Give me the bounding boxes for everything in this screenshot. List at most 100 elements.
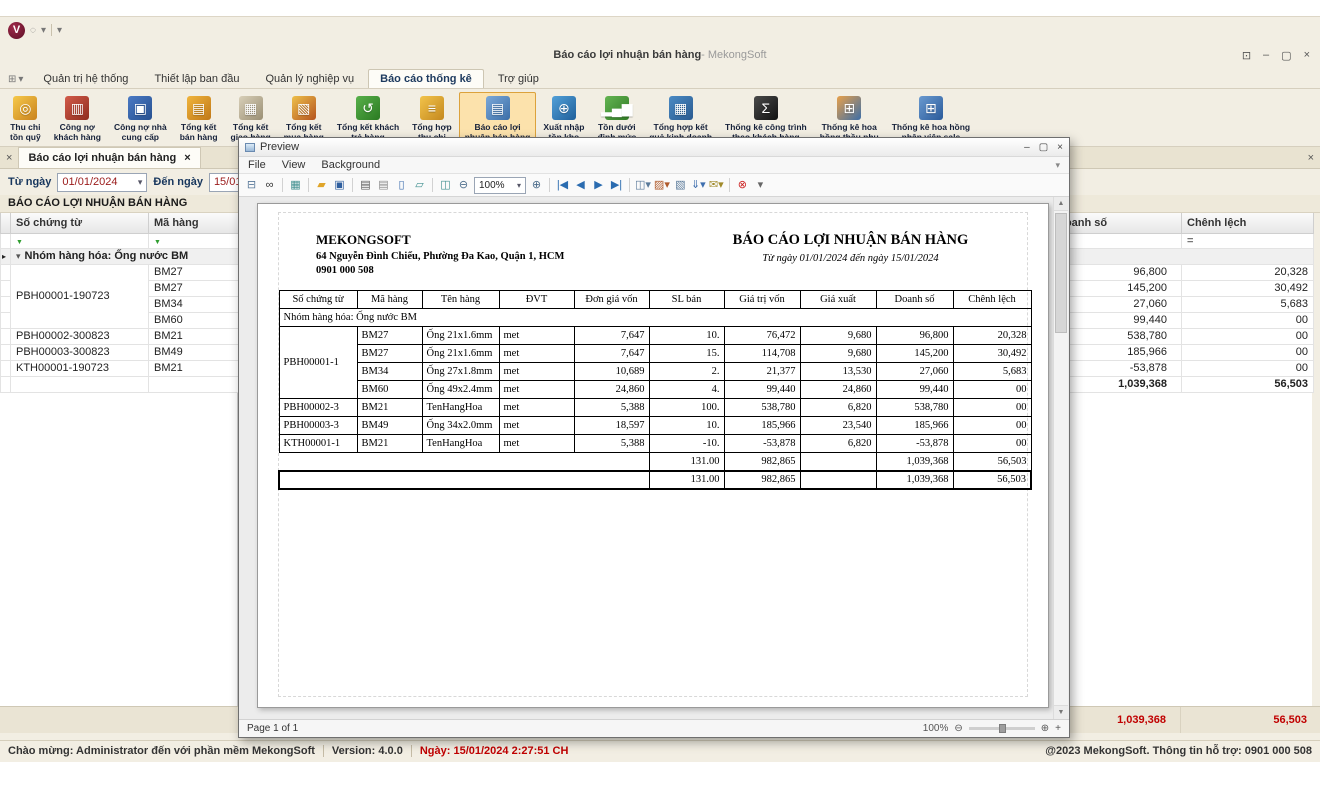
filter-operator-icon[interactable]: = xyxy=(1187,235,1193,247)
print-icon[interactable]: ▤ xyxy=(358,176,373,194)
revenue-cell[interactable]: 27,060 xyxy=(1052,296,1182,312)
scroll-down-icon[interactable]: ▼ xyxy=(1054,705,1068,719)
customize-toolbar-caret-icon[interactable]: ▾ xyxy=(57,25,62,36)
difference-cell[interactable]: 5,683 xyxy=(1182,296,1314,312)
filter-cell[interactable]: = xyxy=(1182,233,1314,248)
difference-cell[interactable]: 20,328 xyxy=(1182,264,1314,280)
code-cell[interactable]: BM27 xyxy=(149,280,239,296)
quick-access-caret-icon[interactable]: ▾ xyxy=(41,25,46,36)
toolbar-item-cash-fund[interactable]: ◎Thu chitồn quỹ xyxy=(4,92,47,145)
close-icon[interactable]: × xyxy=(1304,49,1310,61)
code-cell[interactable]: BM27 xyxy=(149,264,239,280)
zoom-in-icon[interactable]: ⊕ xyxy=(529,176,544,194)
from-date-caret-icon[interactable]: ▾ xyxy=(138,177,143,188)
toolbar-item-customer-debt[interactable]: ▥Công nợkhách hàng xyxy=(48,92,107,145)
doc-cell[interactable]: PBH00002-300823 xyxy=(11,328,149,344)
menu-background[interactable]: Background xyxy=(321,159,380,171)
ribbon-tab-1[interactable]: Thiết lập ban đầu xyxy=(142,69,251,88)
code-cell[interactable]: BM34 xyxy=(149,296,239,312)
menu-file[interactable]: File xyxy=(248,159,266,171)
zoom-combo[interactable]: 100%▾ xyxy=(474,177,526,194)
maximize-icon[interactable]: ▢ xyxy=(1281,49,1291,62)
quick-print-icon[interactable]: ▤ xyxy=(376,176,391,194)
ribbon-menu-icon[interactable]: ⊞▾ xyxy=(6,74,29,88)
document-map-icon[interactable]: ⊟ xyxy=(244,176,259,194)
multi-page-icon[interactable]: ◫▾ xyxy=(635,176,651,194)
close-all-tabs-icon[interactable]: × xyxy=(1308,152,1314,164)
revenue-cell[interactable]: 145,200 xyxy=(1052,280,1182,296)
scroll-up-icon[interactable]: ▲ xyxy=(1054,197,1068,211)
revenue-cell[interactable]: -53,878 xyxy=(1052,360,1182,376)
tab-close-icon[interactable]: × xyxy=(184,152,190,164)
page-color-icon[interactable]: ▨▾ xyxy=(654,176,670,194)
zoom-in-icon[interactable]: ⊕ xyxy=(1041,723,1049,734)
ribbon-tab-3[interactable]: Báo cáo thống kê xyxy=(368,69,484,88)
difference-cell[interactable]: 00 xyxy=(1182,312,1314,328)
scale-icon[interactable]: ▱ xyxy=(412,176,427,194)
more-icon[interactable]: ▾ xyxy=(753,176,768,194)
open-icon[interactable]: ▰ xyxy=(314,176,329,194)
from-date-input[interactable]: 01/01/2024 ▾ xyxy=(57,173,147,192)
zoom-slider-thumb[interactable] xyxy=(999,724,1006,733)
filter-cell[interactable]: ▼ xyxy=(1052,233,1182,248)
page-setup-icon[interactable]: ▯ xyxy=(394,176,409,194)
last-page-icon[interactable]: ▶| xyxy=(609,176,624,194)
design-icon[interactable]: ▦ xyxy=(288,176,303,194)
filter-funnel-icon[interactable]: ▼ xyxy=(16,239,23,246)
column-header-0[interactable]: Doanh số xyxy=(1052,213,1182,233)
code-cell[interactable]: BM60 xyxy=(149,312,239,328)
group-cell[interactable]: ▾Nhóm hàng hóa: Ống nước BM xyxy=(11,248,239,264)
menu-overflow-caret-icon[interactable]: ▾ xyxy=(1055,160,1060,171)
revenue-cell[interactable]: 185,966 xyxy=(1052,344,1182,360)
menu-view[interactable]: View xyxy=(282,159,306,171)
difference-cell[interactable]: 00 xyxy=(1182,360,1314,376)
revenue-cell[interactable]: 99,440 xyxy=(1052,312,1182,328)
zoom-slider[interactable] xyxy=(969,727,1035,730)
column-header-0[interactable]: Số chứng từ xyxy=(11,213,149,233)
pin-icon[interactable]: ⊡ xyxy=(1242,49,1251,62)
find-icon[interactable]: ∞ xyxy=(262,176,277,194)
difference-cell[interactable]: 00 xyxy=(1182,328,1314,344)
zoom-out-icon[interactable]: ⊖ xyxy=(954,723,962,734)
difference-cell[interactable]: 00 xyxy=(1182,344,1314,360)
ribbon-tab-4[interactable]: Trợ giúp xyxy=(486,69,551,88)
ribbon-tab-2[interactable]: Quản lý nghiệp vụ xyxy=(253,69,366,88)
margins-icon[interactable]: ◫ xyxy=(438,176,453,194)
export-icon[interactable]: ⇓▾ xyxy=(691,176,706,194)
save-icon[interactable]: ▣ xyxy=(332,176,347,194)
minimize-icon[interactable]: – xyxy=(1263,49,1269,61)
revenue-cell[interactable]: 96,800 xyxy=(1052,264,1182,280)
close-tab-icon[interactable]: × xyxy=(6,152,12,164)
revenue-cell[interactable]: 538,780 xyxy=(1052,328,1182,344)
code-cell[interactable]: BM21 xyxy=(149,360,239,376)
doc-cell[interactable]: KTH00001-190723 xyxy=(11,360,149,376)
scrollbar-thumb[interactable] xyxy=(1055,213,1067,333)
ribbon-tab-0[interactable]: Quản trị hệ thống xyxy=(31,69,140,88)
quick-access-button-icon[interactable]: ◌ xyxy=(30,25,36,36)
close-preview-icon[interactable]: ⊗ xyxy=(735,176,750,194)
code-cell[interactable]: BM49 xyxy=(149,344,239,360)
doc-cell[interactable]: PBH00003-300823 xyxy=(11,344,149,360)
toolbar-item-sales-summary[interactable]: ▤Tổng kếtbán hàng xyxy=(174,92,224,145)
preview-vertical-scrollbar[interactable]: ▲ ▼ xyxy=(1053,197,1068,719)
doc-cell[interactable]: PBH00001-190723 xyxy=(11,264,149,328)
watermark-icon[interactable]: ▧ xyxy=(673,176,688,194)
difference-cell[interactable]: 30,492 xyxy=(1182,280,1314,296)
code-cell[interactable]: BM21 xyxy=(149,328,239,344)
first-page-icon[interactable]: |◀ xyxy=(555,176,570,194)
preview-minimize-icon[interactable]: – xyxy=(1024,142,1030,153)
prev-page-icon[interactable]: ◀ xyxy=(573,176,588,194)
filter-funnel-icon[interactable]: ▼ xyxy=(154,239,161,246)
tab-profit-report[interactable]: Báo cáo lợi nhuận bán hàng × xyxy=(18,147,200,168)
next-page-icon[interactable]: ▶ xyxy=(591,176,606,194)
filter-cell[interactable]: ▼ xyxy=(11,233,149,248)
filter-cell[interactable]: ▼ xyxy=(149,233,239,248)
toolbar-item-supplier-debt[interactable]: ▣Công nợ nhàcung cấp xyxy=(108,92,173,145)
column-header-1[interactable]: Mã hàng xyxy=(149,213,239,233)
zoom-step-icon[interactable]: + xyxy=(1055,723,1061,734)
preview-maximize-icon[interactable]: ▢ xyxy=(1039,142,1048,153)
preview-close-icon[interactable]: × xyxy=(1057,142,1063,153)
zoom-combo-caret-icon[interactable]: ▾ xyxy=(517,181,521,190)
group-expand-icon[interactable]: ▾ xyxy=(16,251,21,261)
email-icon[interactable]: ✉▾ xyxy=(709,176,724,194)
